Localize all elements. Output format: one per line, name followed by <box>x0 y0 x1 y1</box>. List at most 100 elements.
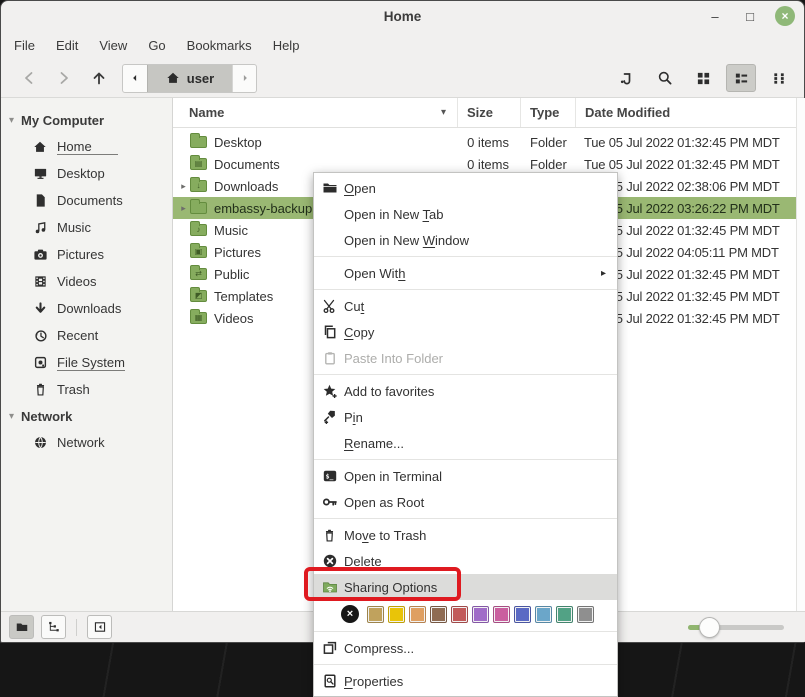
menu-item-copy[interactable]: Copy <box>314 319 617 345</box>
camera-icon <box>32 247 48 262</box>
videos-emblem-icon: ▦ <box>195 314 203 322</box>
maximize-button[interactable]: □ <box>740 6 760 26</box>
column-header-label: Date Modified <box>585 105 670 120</box>
color-swatch-8[interactable] <box>535 606 552 623</box>
sidebar: ▾My ComputerHomeDesktopDocumentsMusicPic… <box>1 98 173 613</box>
treeview-pane-button[interactable] <box>41 615 66 639</box>
menu-item-label: Open as Root <box>344 495 424 510</box>
list-view-icon <box>734 71 749 86</box>
file-date-modified: Tue 05 Jul 2022 01:32:45 PM MDT <box>576 135 805 150</box>
sidebar-item-label: Documents <box>57 193 123 208</box>
chevron-right-icon <box>239 72 251 84</box>
sidebar-item-network[interactable]: Network <box>1 429 172 456</box>
expander-icon[interactable]: ▸ <box>173 181 190 192</box>
expander-icon[interactable]: ▸ <box>173 203 190 214</box>
no-icon <box>321 265 338 282</box>
compact-view-button[interactable] <box>764 64 794 92</box>
places-pane-button[interactable] <box>9 615 34 639</box>
sidebar-item-videos[interactable]: Videos <box>1 268 172 295</box>
color-swatch-1[interactable] <box>388 606 405 623</box>
zoom-slider[interactable] <box>688 617 784 637</box>
breadcrumb-next-button[interactable] <box>232 65 256 92</box>
menu-item-label: Open in Terminal <box>344 469 442 484</box>
menu-item-add-to-favorites[interactable]: Add to favorites <box>314 378 617 404</box>
recent-icon <box>32 328 48 343</box>
color-swatch-9[interactable] <box>556 606 573 623</box>
column-header-label: Type <box>530 105 559 120</box>
menubar-item-go[interactable]: Go <box>148 38 165 53</box>
menubar-item-bookmarks[interactable]: Bookmarks <box>187 38 252 53</box>
triangle-down-icon[interactable]: ▾ <box>9 115 14 126</box>
menu-item-open[interactable]: Open <box>314 175 617 201</box>
sidebar-item-label: File System <box>57 355 125 371</box>
color-swatch-2[interactable] <box>409 606 426 623</box>
menu-item-paste-into-folder: Paste Into Folder <box>314 345 617 371</box>
menu-item-move-to-trash[interactable]: Move to Trash <box>314 522 617 548</box>
color-swatch-7[interactable] <box>514 606 531 623</box>
menu-item-sharing-options[interactable]: Sharing Options <box>314 574 617 600</box>
menubar-item-edit[interactable]: Edit <box>56 38 78 53</box>
file-name: Documents <box>214 157 280 172</box>
zoom-slider-handle[interactable] <box>699 617 720 638</box>
column-header-label: Name <box>189 105 224 120</box>
menubar-item-file[interactable]: File <box>14 38 35 53</box>
menu-item-compress[interactable]: Compress... <box>314 635 617 661</box>
sidebar-item-pictures[interactable]: Pictures <box>1 241 172 268</box>
column-header-date-modified[interactable]: Date Modified <box>576 98 805 127</box>
scrollbar[interactable] <box>796 98 805 613</box>
menu-item-rename[interactable]: Rename... <box>314 430 617 456</box>
list-view-button[interactable] <box>726 64 756 92</box>
arrow-left-button <box>11 63 46 93</box>
search-button[interactable] <box>650 64 680 92</box>
sidebar-item-home[interactable]: Home <box>1 133 172 160</box>
sidebar-item-downloads[interactable]: Downloads <box>1 295 172 322</box>
sidebar-item-music[interactable]: Music <box>1 214 172 241</box>
breadcrumb-prev-button[interactable] <box>123 65 147 92</box>
sidebar-item-label: Videos <box>57 274 97 289</box>
toggle-sidebar-button[interactable] <box>87 615 112 639</box>
sidebar-item-trash[interactable]: Trash <box>1 376 172 403</box>
menu-item-open-in-new-tab[interactable]: Open in New Tab <box>314 201 617 227</box>
color-swatch-3[interactable] <box>430 606 447 623</box>
location-entry-icon <box>619 70 635 86</box>
location-entry-button[interactable] <box>612 64 642 92</box>
clear-color-icon[interactable]: × <box>341 605 359 623</box>
menu-separator <box>314 518 617 519</box>
menu-item-open-in-new-window[interactable]: Open in New Window <box>314 227 617 253</box>
minimize-button[interactable]: – <box>705 6 725 26</box>
breadcrumb-current-button[interactable]: user <box>147 65 232 92</box>
sidebar-item-documents[interactable]: Documents <box>1 187 172 214</box>
breadcrumb: user <box>122 64 257 93</box>
column-header-type[interactable]: Type <box>521 98 576 127</box>
menu-item-open-as-root[interactable]: Open as Root <box>314 489 617 515</box>
file-list-header: Name▾Size Type Date Modified <box>173 98 805 128</box>
menu-item-pin[interactable]: Pin <box>314 404 617 430</box>
menu-item-properties[interactable]: Properties <box>314 668 617 694</box>
triangle-down-icon[interactable]: ▾ <box>9 411 14 422</box>
download-icon <box>32 301 48 316</box>
column-header-name[interactable]: Name▾ <box>173 98 458 127</box>
color-swatch-4[interactable] <box>451 606 468 623</box>
menubar-item-help[interactable]: Help <box>273 38 300 53</box>
icon-view-button[interactable] <box>688 64 718 92</box>
sidebar-item-recent[interactable]: Recent <box>1 322 172 349</box>
menu-item-cut[interactable]: Cut <box>314 293 617 319</box>
menu-item-delete[interactable]: Delete <box>314 548 617 574</box>
menu-item-open-in-terminal[interactable]: $_Open in Terminal <box>314 463 617 489</box>
color-swatch-6[interactable] <box>493 606 510 623</box>
column-header-size[interactable]: Size <box>458 98 521 127</box>
sidebar-item-file-system[interactable]: File System <box>1 349 172 376</box>
color-swatch-0[interactable] <box>367 606 384 623</box>
file-row-desktop[interactable]: Desktop0 itemsFolderTue 05 Jul 2022 01:3… <box>173 131 805 153</box>
color-swatch-5[interactable] <box>472 606 489 623</box>
open-folder-icon <box>321 180 338 197</box>
menu-item-open-with[interactable]: Open With▸ <box>314 260 617 286</box>
color-swatch-10[interactable] <box>577 606 594 623</box>
arrow-up-button[interactable] <box>81 63 116 93</box>
menubar-item-view[interactable]: View <box>99 38 127 53</box>
titlebar: Home – □ × <box>1 1 804 31</box>
sidebar-item-desktop[interactable]: Desktop <box>1 160 172 187</box>
menu-separator <box>314 664 617 665</box>
close-button[interactable]: × <box>775 6 795 26</box>
menu-item-label: Move to Trash <box>344 528 426 543</box>
